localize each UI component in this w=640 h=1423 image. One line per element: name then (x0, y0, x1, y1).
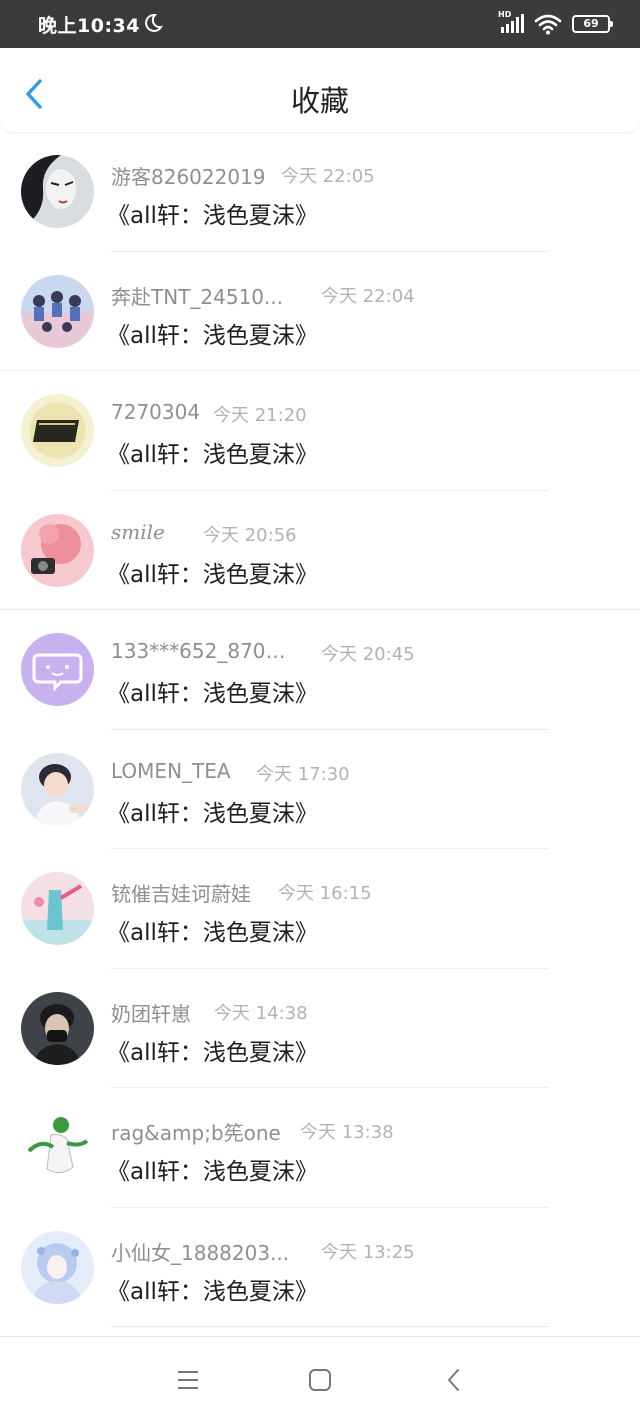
header: 收藏 (0, 48, 640, 133)
timestamp: 今天 22:04 (321, 285, 415, 307)
user-avatar (21, 1111, 94, 1184)
book-title: 《all轩：浅色夏沫》 (107, 681, 318, 707)
book-title: 《all轩：浅色夏沫》 (107, 322, 318, 349)
back-triangle-icon[interactable] (441, 1367, 467, 1393)
status-time: 晚上10:34 (38, 15, 140, 37)
wifi-icon (534, 14, 562, 35)
username: 小仙女_1888203... (111, 1240, 290, 1265)
username: LOMEN_TEA (111, 758, 231, 783)
list-item[interactable]: 奔赴TNT_24510... 今天 22:04 《all轩：浅色夏沫》 (0, 252, 640, 371)
username: 铳催吉娃诃蔚娃 (111, 882, 251, 906)
book-title: 《all轩：浅色夏沫》 (107, 1278, 318, 1305)
user-avatar (21, 872, 94, 945)
list-item[interactable]: 铳催吉娃诃蔚娃 今天 16:15 《all轩：浅色夏沫》 (0, 849, 640, 969)
list-item[interactable]: LOMEN_TEA 今天 17:30 《all轩：浅色夏沫》 (0, 730, 640, 849)
timestamp: 今天 20:45 (321, 644, 415, 665)
timestamp: 今天 21:20 (213, 405, 307, 426)
list-item[interactable]: 游客826022019 今天 22:05 《all轩：浅色夏沫》 (0, 132, 640, 252)
user-avatar (21, 633, 94, 706)
user-avatar (21, 274, 94, 348)
username: rag&amp;b筅one (111, 1121, 281, 1145)
username: 7270304 (111, 400, 201, 424)
list-item[interactable]: smile 今天 20:56 《all轩：浅色夏沫》 (0, 491, 640, 610)
system-nav-bar (0, 1336, 640, 1423)
menu-icon[interactable] (175, 1367, 201, 1393)
book-title: 《all轩：浅色夏沫》 (107, 1159, 318, 1185)
book-title: 《all轩：浅色夏沫》 (107, 1039, 318, 1066)
timestamp: 今天 17:30 (256, 763, 350, 785)
timestamp: 今天 14:38 (214, 1002, 308, 1024)
user-avatar (21, 752, 94, 826)
username: 游客826022019 (111, 165, 266, 189)
username: 奶团轩崽 (111, 1001, 191, 1026)
user-avatar (21, 394, 94, 467)
username: 奔赴TNT_24510... (111, 284, 284, 309)
user-avatar (21, 1230, 94, 1304)
moon-icon (145, 13, 163, 32)
timestamp: 今天 16:15 (278, 883, 372, 904)
book-title: 《all轩：浅色夏沫》 (107, 442, 318, 468)
list-item[interactable]: 7270304 今天 21:20 《all轩：浅色夏沫》 (0, 371, 640, 491)
signal-icon: HD (498, 10, 524, 35)
username: smile (111, 519, 165, 544)
book-title: 《all轩：浅色夏沫》 (107, 800, 318, 827)
book-title: 《all轩：浅色夏沫》 (107, 920, 318, 946)
favorites-list: 游客826022019 今天 22:05 《all轩：浅色夏沫》 奔赴TNT_2… (0, 132, 640, 1327)
battery-level: 69 (583, 17, 599, 30)
username: 133***652_8700... (111, 639, 296, 663)
battery-icon: 69 (572, 15, 613, 33)
list-item[interactable]: 奶团轩崽 今天 14:38 《all轩：浅色夏沫》 (0, 969, 640, 1088)
home-square-icon[interactable] (307, 1367, 333, 1393)
timestamp: 今天 20:56 (203, 524, 297, 546)
book-title: 《all轩：浅色夏沫》 (107, 203, 318, 229)
user-avatar (21, 991, 94, 1065)
row-divider (111, 1326, 549, 1327)
status-bar: 晚上10:34 HD 69 (0, 0, 640, 48)
list-item[interactable]: rag&amp;b筅one 今天 13:38 《all轩：浅色夏沫》 (0, 1088, 640, 1208)
user-avatar (21, 513, 94, 587)
user-avatar (21, 155, 94, 228)
list-item[interactable]: 小仙女_1888203... 今天 13:25 《all轩：浅色夏沫》 (0, 1208, 640, 1327)
page-title: 收藏 (290, 84, 349, 118)
timestamp: 今天 22:05 (281, 166, 375, 187)
timestamp: 今天 13:38 (300, 1122, 394, 1143)
timestamp: 今天 13:25 (321, 1241, 415, 1263)
book-title: 《all轩：浅色夏沫》 (107, 561, 318, 588)
list-item[interactable]: 133***652_8700... 今天 20:45 《all轩：浅色夏沫》 (0, 610, 640, 730)
